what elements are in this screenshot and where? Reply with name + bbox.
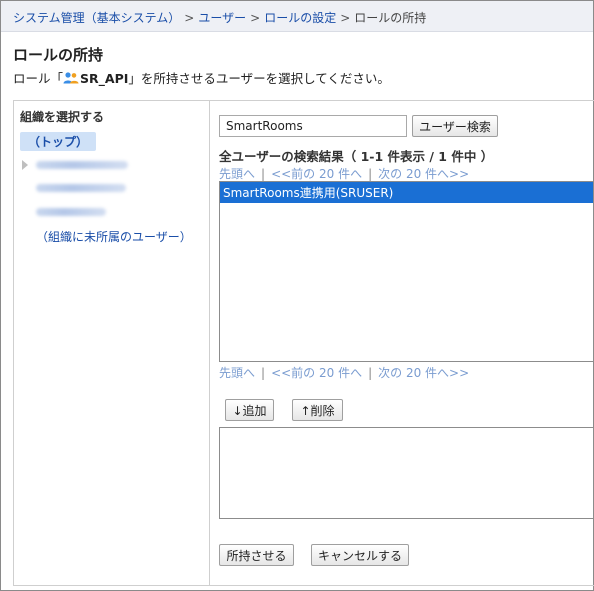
pager-pipe: | <box>368 366 373 380</box>
pager-next[interactable]: 次の 20 件へ>> <box>378 167 469 181</box>
org-top-item[interactable]: （トップ） <box>20 132 97 151</box>
org-unassigned-item[interactable]: （組織に未所属のユーザー） <box>36 228 192 245</box>
results-heading: 全ユーザーの検索結果（ 1-1 件表示 / 1 件中 ） <box>219 149 494 164</box>
desc-suffix: 」を所持させるユーザーを選択してください。 <box>128 71 390 86</box>
cancel-button[interactable]: キャンセルする <box>311 544 409 566</box>
expand-arrow-icon[interactable] <box>22 160 28 170</box>
list-item[interactable]: SmartRooms連携用(SRUSER) <box>220 182 593 203</box>
user-search-input[interactable] <box>219 115 407 137</box>
org-item-blurred[interactable] <box>36 184 126 192</box>
breadcrumb-system-admin[interactable]: システム管理（基本システム） <box>13 11 180 25</box>
page-title: ロールの所持 <box>13 46 104 64</box>
pager-first[interactable]: 先頭へ <box>219 366 255 380</box>
pager-next[interactable]: 次の 20 件へ>> <box>378 366 469 380</box>
pager-pipe: | <box>261 167 266 181</box>
breadcrumb-separator: > <box>340 11 351 25</box>
pager-prev[interactable]: <<前の 20 件へ <box>271 366 362 380</box>
pager-pipe: | <box>368 167 373 181</box>
breadcrumb-separator: > <box>184 11 195 25</box>
pager-prev[interactable]: <<前の 20 件へ <box>271 167 362 181</box>
user-search-button[interactable]: ユーザー検索 <box>412 115 498 137</box>
pager-first[interactable]: 先頭へ <box>219 167 255 181</box>
remove-button[interactable]: ↑削除 <box>292 399 343 421</box>
page-description: ロール「 SR_API」を所持させるユーザーを選択してください。 <box>13 68 390 87</box>
breadcrumb-users[interactable]: ユーザー <box>198 11 246 25</box>
org-item-blurred[interactable] <box>36 161 128 169</box>
pager-bottom: 先頭へ | <<前の 20 件へ | 次の 20 件へ>> <box>219 364 469 381</box>
breadcrumb-current: ロールの所持 <box>354 11 427 25</box>
breadcrumb-role-settings[interactable]: ロールの設定 <box>264 11 336 25</box>
desc-prefix: ロール「 <box>13 71 64 86</box>
org-tree-pane: 組織を選択する （トップ） （組織に未所属のユーザー） <box>14 101 210 585</box>
pager-pipe: | <box>261 366 266 380</box>
add-button[interactable]: ↓追加 <box>225 399 274 421</box>
search-results-list[interactable]: SmartRooms連携用(SRUSER) <box>219 181 594 362</box>
breadcrumb: システム管理（基本システム） > ユーザー > ロールの設定 > ロールの所持 <box>1 1 593 32</box>
selected-users-list[interactable] <box>219 427 594 519</box>
org-heading: 組織を選択する <box>20 110 105 124</box>
pager-top: 先頭へ | <<前の 20 件へ | 次の 20 件へ>> <box>219 165 469 182</box>
role-name: SR_API <box>80 71 129 86</box>
breadcrumb-separator: > <box>250 11 261 25</box>
submit-button[interactable]: 所持させる <box>219 544 294 566</box>
org-item-blurred[interactable] <box>36 208 106 216</box>
role-users-icon <box>63 72 79 84</box>
